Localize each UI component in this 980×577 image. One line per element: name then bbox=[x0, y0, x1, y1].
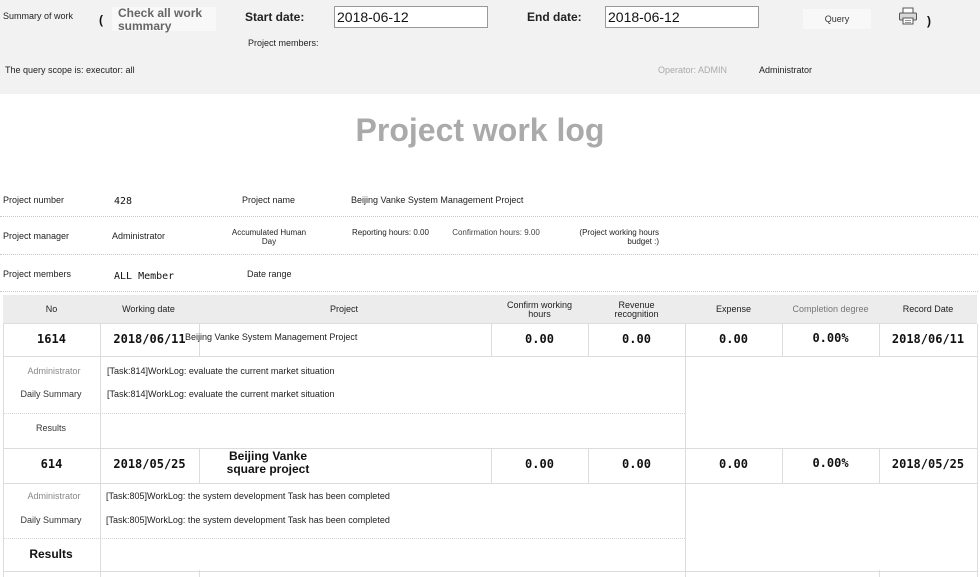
row-divider bbox=[3, 413, 685, 414]
accumulated-human-day-label: Accumulated Human Day bbox=[231, 228, 307, 246]
start-date-input[interactable] bbox=[334, 6, 488, 28]
info-divider bbox=[0, 291, 978, 292]
end-date-label: End date: bbox=[527, 10, 582, 24]
project-manager-label: Project manager bbox=[3, 231, 70, 241]
close-paren: ) bbox=[927, 14, 931, 28]
start-date-label: Start date: bbox=[245, 10, 305, 24]
row-working-date: 2018/05/25 bbox=[113, 457, 186, 471]
project-members-label: Project members: bbox=[248, 38, 319, 48]
end-date-input[interactable] bbox=[605, 6, 759, 28]
row-results-label: Results bbox=[29, 547, 73, 561]
row-user: Administrator bbox=[27, 366, 81, 376]
row-expense: 0.00 bbox=[719, 332, 748, 346]
row-no: 614 bbox=[40, 457, 63, 471]
project-manager-value: Administrator bbox=[112, 231, 166, 241]
header-project: Project bbox=[329, 304, 358, 314]
row-divider bbox=[3, 571, 977, 572]
summary-of-work-label: Summary of work bbox=[3, 11, 74, 21]
open-paren: ( bbox=[99, 13, 103, 27]
row-divider bbox=[3, 448, 977, 449]
table-border bbox=[977, 324, 978, 577]
row-record-date: 2018/05/25 bbox=[891, 457, 965, 471]
row-revenue: 0.00 bbox=[622, 332, 651, 346]
column-divider bbox=[100, 324, 101, 577]
row-confirm-hours: 0.00 bbox=[525, 332, 554, 346]
page-title: Project work log bbox=[355, 112, 605, 148]
query-button[interactable]: Query bbox=[803, 9, 871, 29]
printer-icon[interactable] bbox=[898, 7, 918, 30]
project-budget-label: (Project working hours budget :) bbox=[579, 228, 659, 246]
row-daily-summary-label: Daily Summary bbox=[20, 389, 82, 399]
query-toolbar: Summary of work ( Check all work summary… bbox=[0, 0, 980, 94]
header-confirm-hours: Confirm working hours bbox=[506, 299, 573, 319]
project-number-value: 428 bbox=[114, 196, 133, 207]
project-members-info-label: Project members bbox=[3, 269, 72, 279]
column-divider bbox=[199, 448, 200, 483]
row-divider bbox=[3, 538, 685, 539]
confirmation-hours-label: Confirmation hours: 9.00 bbox=[452, 228, 540, 237]
header-revenue: Revenue recognition bbox=[614, 299, 659, 319]
row-no: 1614 bbox=[37, 332, 66, 346]
row-results-label: Results bbox=[35, 423, 66, 433]
row-daily-summary: [Task:814]WorkLog: evaluate the current … bbox=[107, 389, 335, 399]
project-members-value: ALL Member bbox=[114, 271, 175, 282]
header-no: No bbox=[45, 304, 58, 314]
date-range-label: Date range bbox=[247, 269, 292, 279]
row-project[interactable]: Beijing Vanke square project bbox=[210, 450, 326, 476]
row-divider bbox=[3, 356, 977, 357]
header-expense: Expense bbox=[715, 304, 752, 314]
row-daily-summary-label: Daily Summary bbox=[20, 515, 82, 525]
row-expense: 0.00 bbox=[719, 457, 748, 471]
table-header: No Working date Project Confirm working … bbox=[3, 295, 977, 324]
row-completion: 0.00% bbox=[812, 331, 849, 345]
row-confirm-hours: 0.00 bbox=[525, 457, 554, 471]
project-number-label: Project number bbox=[3, 195, 65, 205]
project-name-value: Beijing Vanke System Management Project bbox=[351, 195, 524, 205]
row-work-log: [Task:814]WorkLog: evaluate the current … bbox=[107, 366, 335, 376]
row-record-date: 2018/06/11 bbox=[891, 332, 965, 346]
row-work-log: [Task:805]WorkLog: the system developmen… bbox=[106, 491, 390, 501]
row-revenue: 0.00 bbox=[622, 457, 651, 471]
operator-text: Operator: ADMIN bbox=[658, 65, 728, 75]
row-completion: 0.00% bbox=[812, 456, 849, 470]
info-divider bbox=[0, 254, 978, 255]
info-divider bbox=[0, 216, 978, 217]
row-project[interactable]: Beijing Vanke System Management Project bbox=[185, 332, 357, 342]
operator-name: Administrator bbox=[759, 65, 813, 75]
project-name-label: Project name bbox=[242, 195, 296, 205]
row-divider bbox=[3, 483, 977, 484]
header-completion: Completion degree bbox=[792, 304, 869, 314]
header-working-date: Working date bbox=[122, 304, 175, 314]
header-record-date: Record Date bbox=[902, 304, 954, 314]
table-border bbox=[3, 324, 4, 577]
check-all-work-summary-button[interactable]: Check all work summary bbox=[112, 7, 216, 33]
row-daily-summary: [Task:805]WorkLog: the system developmen… bbox=[106, 515, 390, 525]
row-user: Administrator bbox=[27, 491, 81, 501]
query-scope-text: The query scope is: executor: all bbox=[5, 65, 135, 75]
reporting-hours-label: Reporting hours: 0.00 bbox=[352, 228, 429, 237]
